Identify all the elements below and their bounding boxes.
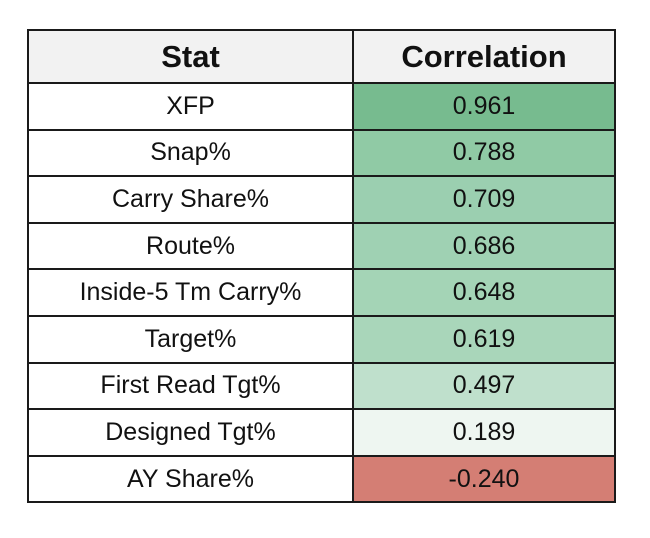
- stat-cell: AY Share%: [27, 454, 354, 504]
- correlation-cell: 0.497: [352, 361, 616, 411]
- table-row: XFP 0.961: [27, 82, 616, 131]
- table-row: Target% 0.619: [27, 314, 616, 364]
- table-row: Designed Tgt% 0.189: [27, 408, 616, 457]
- stat-cell: Snap%: [27, 128, 354, 178]
- table-row: Route% 0.686: [27, 221, 616, 271]
- table-row: Carry Share% 0.709: [27, 175, 616, 224]
- stat-cell: Inside-5 Tm Carry%: [27, 268, 354, 317]
- header-correlation: Correlation: [352, 29, 616, 84]
- correlation-cell: 0.648: [352, 268, 616, 317]
- stat-cell: First Read Tgt%: [27, 361, 354, 411]
- stat-cell: Designed Tgt%: [27, 408, 354, 457]
- correlation-cell: 0.619: [352, 314, 616, 364]
- correlation-cell: 0.709: [352, 175, 616, 224]
- header-stat: Stat: [27, 29, 354, 84]
- correlation-cell: 0.788: [352, 128, 616, 178]
- correlation-cell: 0.189: [352, 408, 616, 457]
- table-row: AY Share% -0.240: [27, 454, 616, 504]
- table-row: First Read Tgt% 0.497: [27, 361, 616, 411]
- table-row: Inside-5 Tm Carry% 0.648: [27, 268, 616, 317]
- table-row: Snap% 0.788: [27, 128, 616, 178]
- stat-cell: Target%: [27, 314, 354, 364]
- header-row: Stat Correlation: [27, 29, 616, 84]
- correlation-cell: 0.686: [352, 221, 616, 271]
- correlation-cell: 0.961: [352, 82, 616, 131]
- correlation-table: Stat Correlation XFP 0.961 Snap% 0.788 Carry…: [27, 29, 616, 504]
- stat-cell: Route%: [27, 221, 354, 271]
- correlation-cell: -0.240: [352, 454, 616, 504]
- stat-cell: XFP: [27, 82, 354, 131]
- stat-cell: Carry Share%: [27, 175, 354, 224]
